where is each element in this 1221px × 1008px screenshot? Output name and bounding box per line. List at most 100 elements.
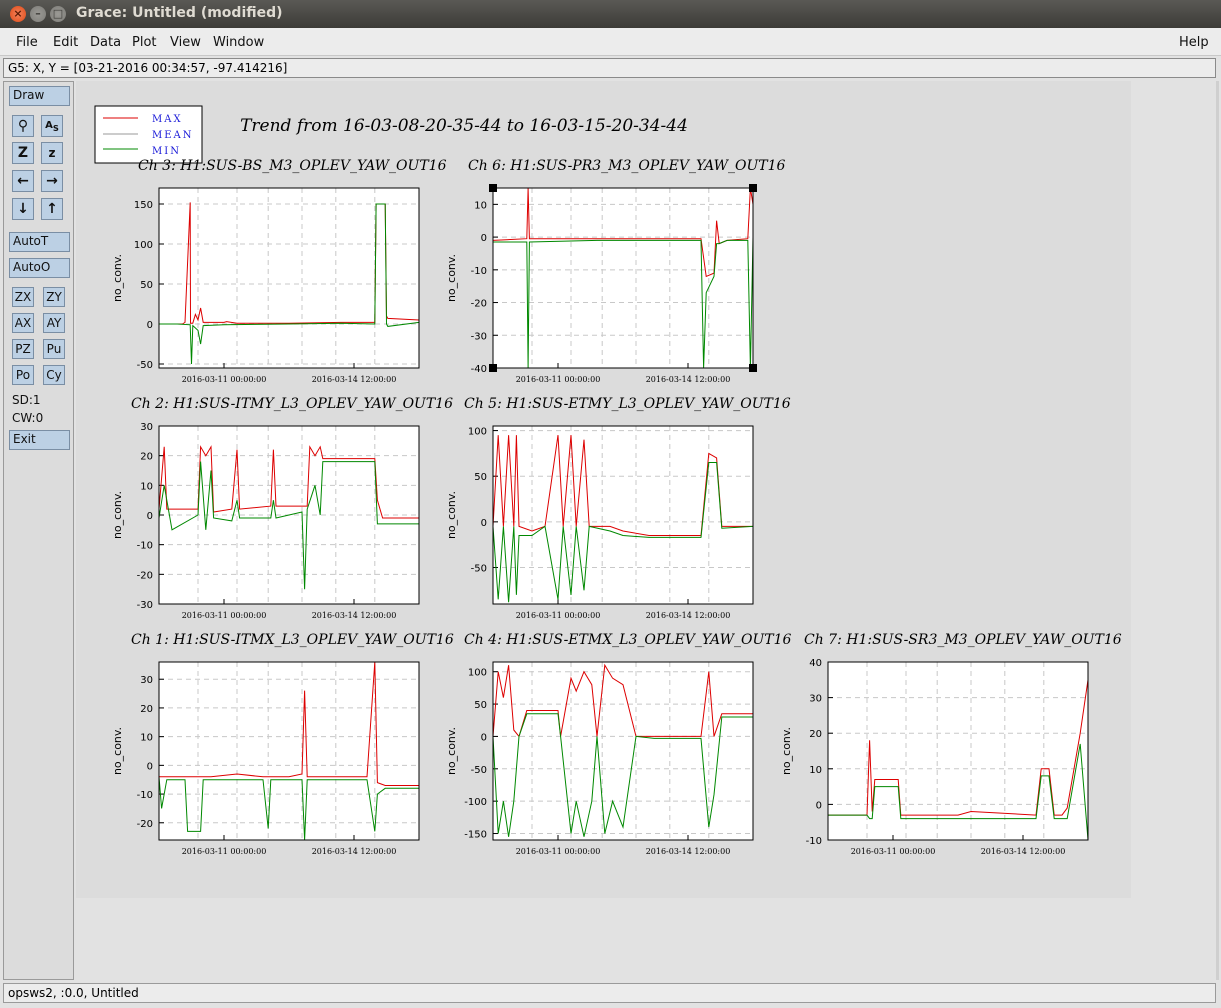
right-arrow-icon[interactable]: → bbox=[41, 170, 63, 192]
y-tick-label: 50 bbox=[474, 472, 487, 483]
y-tick-label: 30 bbox=[140, 422, 153, 433]
y-tick-label: -50 bbox=[471, 765, 487, 776]
x-tick-label: 2016-03-11 00:00:00 bbox=[182, 375, 267, 384]
zoom-z-icon[interactable]: Z bbox=[12, 142, 34, 164]
legend-min-label: MIN bbox=[152, 146, 181, 157]
exit-button[interactable]: Exit bbox=[9, 430, 70, 450]
selection-handle[interactable] bbox=[489, 364, 497, 372]
y-axis-label: no_conv. bbox=[111, 254, 124, 302]
menu-data[interactable]: Data bbox=[90, 35, 121, 50]
y-tick-label: -50 bbox=[137, 360, 153, 371]
menu-file[interactable]: File bbox=[16, 35, 38, 50]
graph-title: Ch 6: H1:SUS-PR3_M3_OPLEV_YAW_OUT16 bbox=[468, 158, 786, 174]
current-world-label: CW:0 bbox=[12, 411, 44, 425]
zoom-icon[interactable]: ⚲ bbox=[12, 115, 34, 137]
y-tick-label: 100 bbox=[468, 668, 487, 679]
pz-button[interactable]: PZ bbox=[12, 339, 34, 359]
zy-button[interactable]: ZY bbox=[43, 287, 65, 307]
left-arrow-icon[interactable]: ← bbox=[12, 170, 34, 192]
menu-edit[interactable]: Edit bbox=[53, 35, 78, 50]
right-scroll-edge bbox=[1216, 81, 1219, 980]
window-title: Grace: Untitled (modified) bbox=[76, 5, 283, 21]
graphs-group: 150100500-502016-03-11 00:00:00 2016-03-1… bbox=[111, 158, 1122, 856]
y-tick-label: 10 bbox=[809, 765, 822, 776]
x-tick-label: 2016-03-14 12:00:00 bbox=[646, 611, 731, 620]
selection-handle[interactable] bbox=[749, 184, 757, 192]
tool-panel: Draw ⚲ AS Z z ← → ↓ ↑ AutoT AutoO ZX ZY … bbox=[3, 81, 74, 980]
y-tick-label: 100 bbox=[468, 427, 487, 438]
graph-background bbox=[493, 426, 753, 604]
minimize-icon[interactable]: – bbox=[30, 6, 46, 22]
ax-button[interactable]: AX bbox=[12, 313, 34, 333]
y-tick-label: -10 bbox=[471, 266, 487, 277]
cy-button[interactable]: Cy bbox=[43, 365, 65, 385]
menu-bar: File Edit Data Plot View Window Help bbox=[0, 28, 1221, 56]
main-title: Trend from 16-03-08-20-35-44 to 16-03-15… bbox=[240, 116, 688, 136]
y-tick-label: 30 bbox=[140, 675, 153, 686]
y-tick-label: 50 bbox=[140, 280, 153, 291]
y-axis-label: no_conv. bbox=[780, 727, 793, 775]
y-tick-label: 0 bbox=[147, 511, 153, 522]
x-tick-label: 2016-03-11 00:00:00 bbox=[516, 611, 601, 620]
graph-title: Ch 4: H1:SUS-ETMX_L3_OPLEV_YAW_OUT16 bbox=[464, 632, 792, 648]
graph-3[interactable]: 30 20 10 0 -10 -20 -30 2016-03-11 00:00:00 2016-… bbox=[111, 396, 453, 620]
close-icon[interactable]: × bbox=[10, 6, 26, 22]
y-tick-label: -10 bbox=[137, 790, 153, 801]
legend-max-label: MAX bbox=[152, 114, 183, 125]
graph-title: Ch 1: H1:SUS-ITMX_L3_OPLEV_YAW_OUT16 bbox=[131, 632, 454, 648]
y-tick-label: 10 bbox=[140, 733, 153, 744]
draw-button[interactable]: Draw bbox=[9, 86, 70, 106]
zoom-z-small-icon[interactable]: z bbox=[41, 142, 63, 164]
x-tick-label: 2016-03-14 12:00:00 bbox=[646, 375, 731, 384]
autoo-button[interactable]: AutoO bbox=[9, 258, 70, 278]
graph-7[interactable]: 40 30 20 10 0 -10 2016-03-11 00:00:00 2016-03-1… bbox=[780, 632, 1122, 856]
legend-mean-label: MEAN bbox=[152, 130, 194, 141]
y-tick-label: -40 bbox=[471, 364, 487, 375]
plot-canvas[interactable]: MAX MEAN MIN Trend from 16-03-08-20-35-4… bbox=[76, 81, 1131, 898]
footer-status: opsws2, :0.0, Untitled bbox=[3, 983, 1216, 1003]
autot-button[interactable]: AutoT bbox=[9, 232, 70, 252]
x-tick-label: 2016-03-11 00:00:00 bbox=[182, 611, 267, 620]
po-button[interactable]: Po bbox=[12, 365, 34, 385]
graph-6[interactable]: 100 50 0 -50 -100 -150 2016-03-11 00:00:00 2016… bbox=[445, 632, 792, 856]
menu-plot[interactable]: Plot bbox=[132, 35, 157, 50]
menu-help[interactable]: Help bbox=[1179, 35, 1209, 50]
graph-1[interactable]: 150 100 50 0 -50 2016-03-11 00:00:00 2016-03-1… bbox=[111, 158, 447, 384]
y-tick-label: 30 bbox=[809, 694, 822, 705]
x-tick-label: 2016-03-11 00:00:00 bbox=[182, 847, 267, 856]
y-axis-label: no_conv. bbox=[111, 727, 124, 775]
y-tick-label: 100 bbox=[134, 240, 153, 251]
ay-button[interactable]: AY bbox=[43, 313, 65, 333]
grace-window: × – □ Grace: Untitled (modified) File Ed… bbox=[0, 0, 1221, 1008]
y-tick-label: 0 bbox=[481, 518, 487, 529]
x-tick-label: 2016-03-11 00:00:00 bbox=[851, 847, 936, 856]
y-tick-label: 150 bbox=[134, 200, 153, 211]
y-tick-label: 0 bbox=[816, 800, 822, 811]
menu-view[interactable]: View bbox=[170, 35, 201, 50]
locator-display: G5: X, Y = [03-21-2016 00:34:57, -97.414… bbox=[3, 58, 1216, 78]
y-axis-label: no_conv. bbox=[445, 254, 458, 302]
graph-4[interactable]: 100 50 0 -50 2016-03-11 00:00:00 2016-03-14 1… bbox=[445, 396, 791, 620]
y-axis-label: no_conv. bbox=[111, 491, 124, 539]
down-arrow-icon[interactable]: ↓ bbox=[12, 198, 34, 220]
maximize-icon[interactable]: □ bbox=[50, 6, 66, 22]
y-tick-label: 10 bbox=[140, 481, 153, 492]
menu-window[interactable]: Window bbox=[213, 35, 264, 50]
up-arrow-icon[interactable]: ↑ bbox=[41, 198, 63, 220]
selection-handle[interactable] bbox=[489, 184, 497, 192]
y-tick-label: 0 bbox=[147, 320, 153, 331]
title-bar: × – □ Grace: Untitled (modified) bbox=[0, 0, 1221, 28]
zx-button[interactable]: ZX bbox=[12, 287, 34, 307]
y-axis-label: no_conv. bbox=[445, 491, 458, 539]
graph-background bbox=[493, 662, 753, 840]
y-tick-label: 40 bbox=[809, 658, 822, 669]
selection-handle[interactable] bbox=[749, 364, 757, 372]
y-tick-label: 0 bbox=[481, 732, 487, 743]
y-tick-label: 0 bbox=[147, 761, 153, 772]
y-tick-label: 50 bbox=[474, 700, 487, 711]
pu-button[interactable]: Pu bbox=[43, 339, 65, 359]
graph-5[interactable]: 30 20 10 0 -10 -20 2016-03-11 00:00:00 2016-03-… bbox=[111, 632, 454, 856]
text-icon[interactable]: AS bbox=[41, 115, 63, 137]
x-tick-label: 2016-03-14 12:00:00 bbox=[981, 847, 1066, 856]
x-tick-label: 2016-03-14 12:00:00 bbox=[312, 847, 397, 856]
